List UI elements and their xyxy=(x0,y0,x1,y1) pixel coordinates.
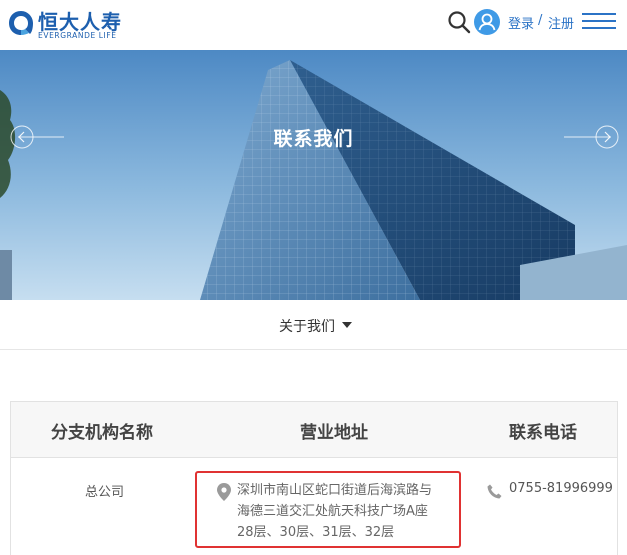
header-branch-name: 分支机构名称 xyxy=(51,423,153,443)
about-us-label: 关于我们 xyxy=(279,319,335,335)
logo-text-en: EVERGRANDE LIFE xyxy=(38,31,117,40)
location-pin-icon xyxy=(217,483,231,501)
address-line: 深圳市南山区蛇口街道后海滨路与 xyxy=(237,483,433,498)
evergrande-life-logo[interactable]: 恒大人寿 EVERGRANDE LIFE xyxy=(6,6,121,44)
about-us-dropdown[interactable]: 关于我们 xyxy=(279,316,352,336)
building-image xyxy=(0,50,627,300)
branch-address: 深圳市南山区蛇口街道后海滨路与 海德三道交汇处航天科技广场A座 28层、30层、… xyxy=(237,480,457,543)
branch-table: 分支机构名称 营业地址 联系电话 总公司 深圳市南山区蛇口街道后海滨路与 海德三… xyxy=(10,401,618,555)
menu-icon[interactable] xyxy=(582,13,616,31)
branch-phone[interactable]: 0755-81996999 xyxy=(509,481,613,496)
caret-down-icon xyxy=(342,321,352,328)
header-phone: 联系电话 xyxy=(509,423,577,443)
branch-name: 总公司 xyxy=(85,485,125,500)
site-header: 恒大人寿 EVERGRANDE LIFE 登录 / 注册 xyxy=(0,0,627,50)
header-address: 营业地址 xyxy=(300,423,368,443)
hero-banner: 联系我们 xyxy=(0,50,627,300)
address-line: 28层、30层、31层、32层 xyxy=(237,525,395,540)
arrow-left-icon[interactable] xyxy=(8,124,66,150)
banner-title: 联系我们 xyxy=(273,128,354,150)
table-row: 总公司 深圳市南山区蛇口街道后海滨路与 海德三道交汇处航天科技广场A座 28层、… xyxy=(11,459,617,555)
user-icon xyxy=(478,13,496,31)
logo-mark-icon xyxy=(9,11,33,35)
search-icon[interactable] xyxy=(446,9,472,35)
login-link[interactable]: 登录 xyxy=(508,13,534,32)
section-nav: 关于我们 xyxy=(0,300,627,350)
phone-icon xyxy=(487,484,502,499)
register-link[interactable]: 注册 xyxy=(548,13,574,32)
table-header: 分支机构名称 营业地址 联系电话 xyxy=(11,402,617,458)
arrow-right-icon[interactable] xyxy=(562,124,622,150)
address-line: 海德三道交汇处航天科技广场A座 xyxy=(237,504,428,519)
login-register-separator: / xyxy=(538,13,543,28)
user-avatar-button[interactable] xyxy=(474,9,500,35)
